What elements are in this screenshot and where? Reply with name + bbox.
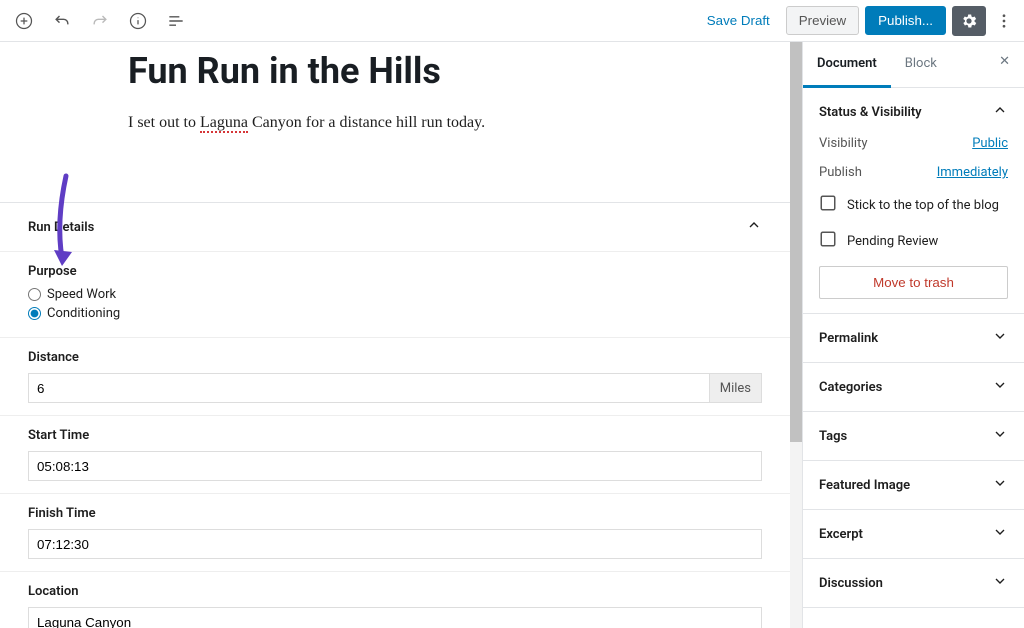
editor-column: Fun Run in the Hills I set out to Laguna…	[0, 42, 790, 628]
editor-topbar: Save Draft Preview Publish...	[0, 0, 1024, 42]
chevron-down-icon	[992, 328, 1008, 348]
panel-categories-title: Categories	[819, 380, 882, 395]
panel-excerpt-title: Excerpt	[819, 527, 863, 542]
chevron-up-icon	[746, 217, 762, 237]
outline-button[interactable]	[160, 5, 192, 37]
purpose-label: Purpose	[28, 264, 762, 279]
panel-permalink-header[interactable]: Permalink	[803, 314, 1024, 362]
chevron-up-icon	[992, 102, 1008, 122]
finish-time-field: Finish Time	[0, 493, 790, 571]
panel-discussion: Discussion	[803, 559, 1024, 608]
settings-button[interactable]	[952, 6, 986, 36]
chevron-down-icon	[992, 573, 1008, 593]
chevron-down-icon	[992, 524, 1008, 544]
panel-discussion-title: Discussion	[819, 576, 883, 591]
distance-field: Distance Miles	[0, 337, 790, 415]
finish-time-label: Finish Time	[28, 506, 762, 521]
workspace: Fun Run in the Hills I set out to Laguna…	[0, 42, 1024, 628]
purpose-speed-radio[interactable]	[28, 288, 41, 301]
chevron-down-icon	[992, 377, 1008, 397]
redo-button[interactable]	[84, 5, 116, 37]
chevron-down-icon	[992, 475, 1008, 495]
panel-excerpt: Excerpt	[803, 510, 1024, 559]
panel-featured-title: Featured Image	[819, 478, 910, 493]
run-details-metabox: Run Details Purpose Speed Work Condition…	[0, 202, 790, 628]
checkbox-icon	[819, 194, 837, 216]
purpose-conditioning-radio[interactable]	[28, 307, 41, 320]
panel-excerpt-header[interactable]: Excerpt	[803, 510, 1024, 558]
panel-featured: Featured Image	[803, 461, 1024, 510]
publish-value-link[interactable]: Immediately	[937, 165, 1008, 180]
sidebar-close-button[interactable]: ✕	[985, 42, 1024, 87]
panel-featured-header[interactable]: Featured Image	[803, 461, 1024, 509]
pending-label: Pending Review	[847, 234, 938, 249]
publish-label: Publish	[819, 165, 862, 180]
pending-checkbox-row[interactable]: Pending Review	[819, 230, 1008, 252]
panel-discussion-header[interactable]: Discussion	[803, 559, 1024, 607]
post-title[interactable]: Fun Run in the Hills	[128, 50, 790, 92]
run-details-title: Run Details	[28, 220, 94, 235]
checkbox-icon	[819, 230, 837, 252]
scrollbar-thumb[interactable]	[790, 42, 802, 442]
panel-status-title: Status & Visibility	[819, 105, 922, 120]
start-time-label: Start Time	[28, 428, 762, 443]
info-button[interactable]	[122, 5, 154, 37]
start-time-input[interactable]	[28, 451, 762, 481]
panel-categories: Categories	[803, 363, 1024, 412]
settings-sidebar: Document Block ✕ Status & Visibility Vis…	[802, 42, 1024, 628]
purpose-field: Purpose Speed Work Conditioning	[0, 251, 790, 337]
topbar-right: Save Draft Preview Publish...	[697, 6, 1016, 36]
purpose-speed-option[interactable]: Speed Work	[28, 287, 762, 302]
purpose-speed-label: Speed Work	[47, 287, 116, 302]
panel-status: Status & Visibility Visibility Public Pu…	[803, 88, 1024, 314]
run-details-header[interactable]: Run Details	[0, 203, 790, 251]
panel-status-header[interactable]: Status & Visibility	[803, 88, 1024, 136]
post-paragraph[interactable]: I set out to Laguna Canyon for a distanc…	[128, 114, 790, 132]
finish-time-input[interactable]	[28, 529, 762, 559]
sidebar-tabs: Document Block ✕	[803, 42, 1024, 88]
panel-status-body: Visibility Public Publish Immediately St…	[803, 136, 1024, 313]
distance-input[interactable]	[28, 373, 710, 403]
purpose-conditioning-label: Conditioning	[47, 306, 120, 321]
start-time-field: Start Time	[0, 415, 790, 493]
post-area: Fun Run in the Hills I set out to Laguna…	[0, 50, 790, 202]
preview-button[interactable]: Preview	[786, 6, 859, 35]
publish-row: Publish Immediately	[819, 165, 1008, 180]
location-input[interactable]	[28, 607, 762, 628]
para-text-after: Canyon for a distance hill run today.	[248, 114, 485, 131]
location-label: Location	[28, 584, 762, 599]
publish-button[interactable]: Publish...	[865, 6, 946, 35]
stick-label: Stick to the top of the blog	[847, 198, 999, 213]
add-block-button[interactable]	[8, 5, 40, 37]
visibility-row: Visibility Public	[819, 136, 1008, 151]
visibility-value-link[interactable]: Public	[972, 136, 1008, 151]
save-draft-button[interactable]: Save Draft	[697, 7, 780, 34]
undo-button[interactable]	[46, 5, 78, 37]
purpose-conditioning-option[interactable]: Conditioning	[28, 306, 762, 321]
distance-label: Distance	[28, 350, 762, 365]
tab-document[interactable]: Document	[803, 42, 891, 88]
panel-categories-header[interactable]: Categories	[803, 363, 1024, 411]
topbar-left	[8, 5, 192, 37]
editor-scrollbar[interactable]	[790, 42, 802, 628]
panel-permalink: Permalink	[803, 314, 1024, 363]
panel-tags: Tags	[803, 412, 1024, 461]
panel-tags-title: Tags	[819, 429, 847, 444]
stick-checkbox-row[interactable]: Stick to the top of the blog	[819, 194, 1008, 216]
visibility-label: Visibility	[819, 136, 868, 151]
tab-block[interactable]: Block	[891, 42, 951, 87]
chevron-down-icon	[992, 426, 1008, 446]
distance-unit: Miles	[710, 373, 762, 403]
spellcheck-word: Laguna	[200, 114, 248, 133]
location-field: Location	[0, 571, 790, 628]
move-to-trash-button[interactable]: Move to trash	[819, 266, 1008, 299]
panel-permalink-title: Permalink	[819, 331, 878, 346]
more-menu-button[interactable]	[992, 12, 1016, 30]
para-text-before: I set out to	[128, 114, 200, 131]
panel-tags-header[interactable]: Tags	[803, 412, 1024, 460]
close-icon: ✕	[999, 54, 1010, 69]
